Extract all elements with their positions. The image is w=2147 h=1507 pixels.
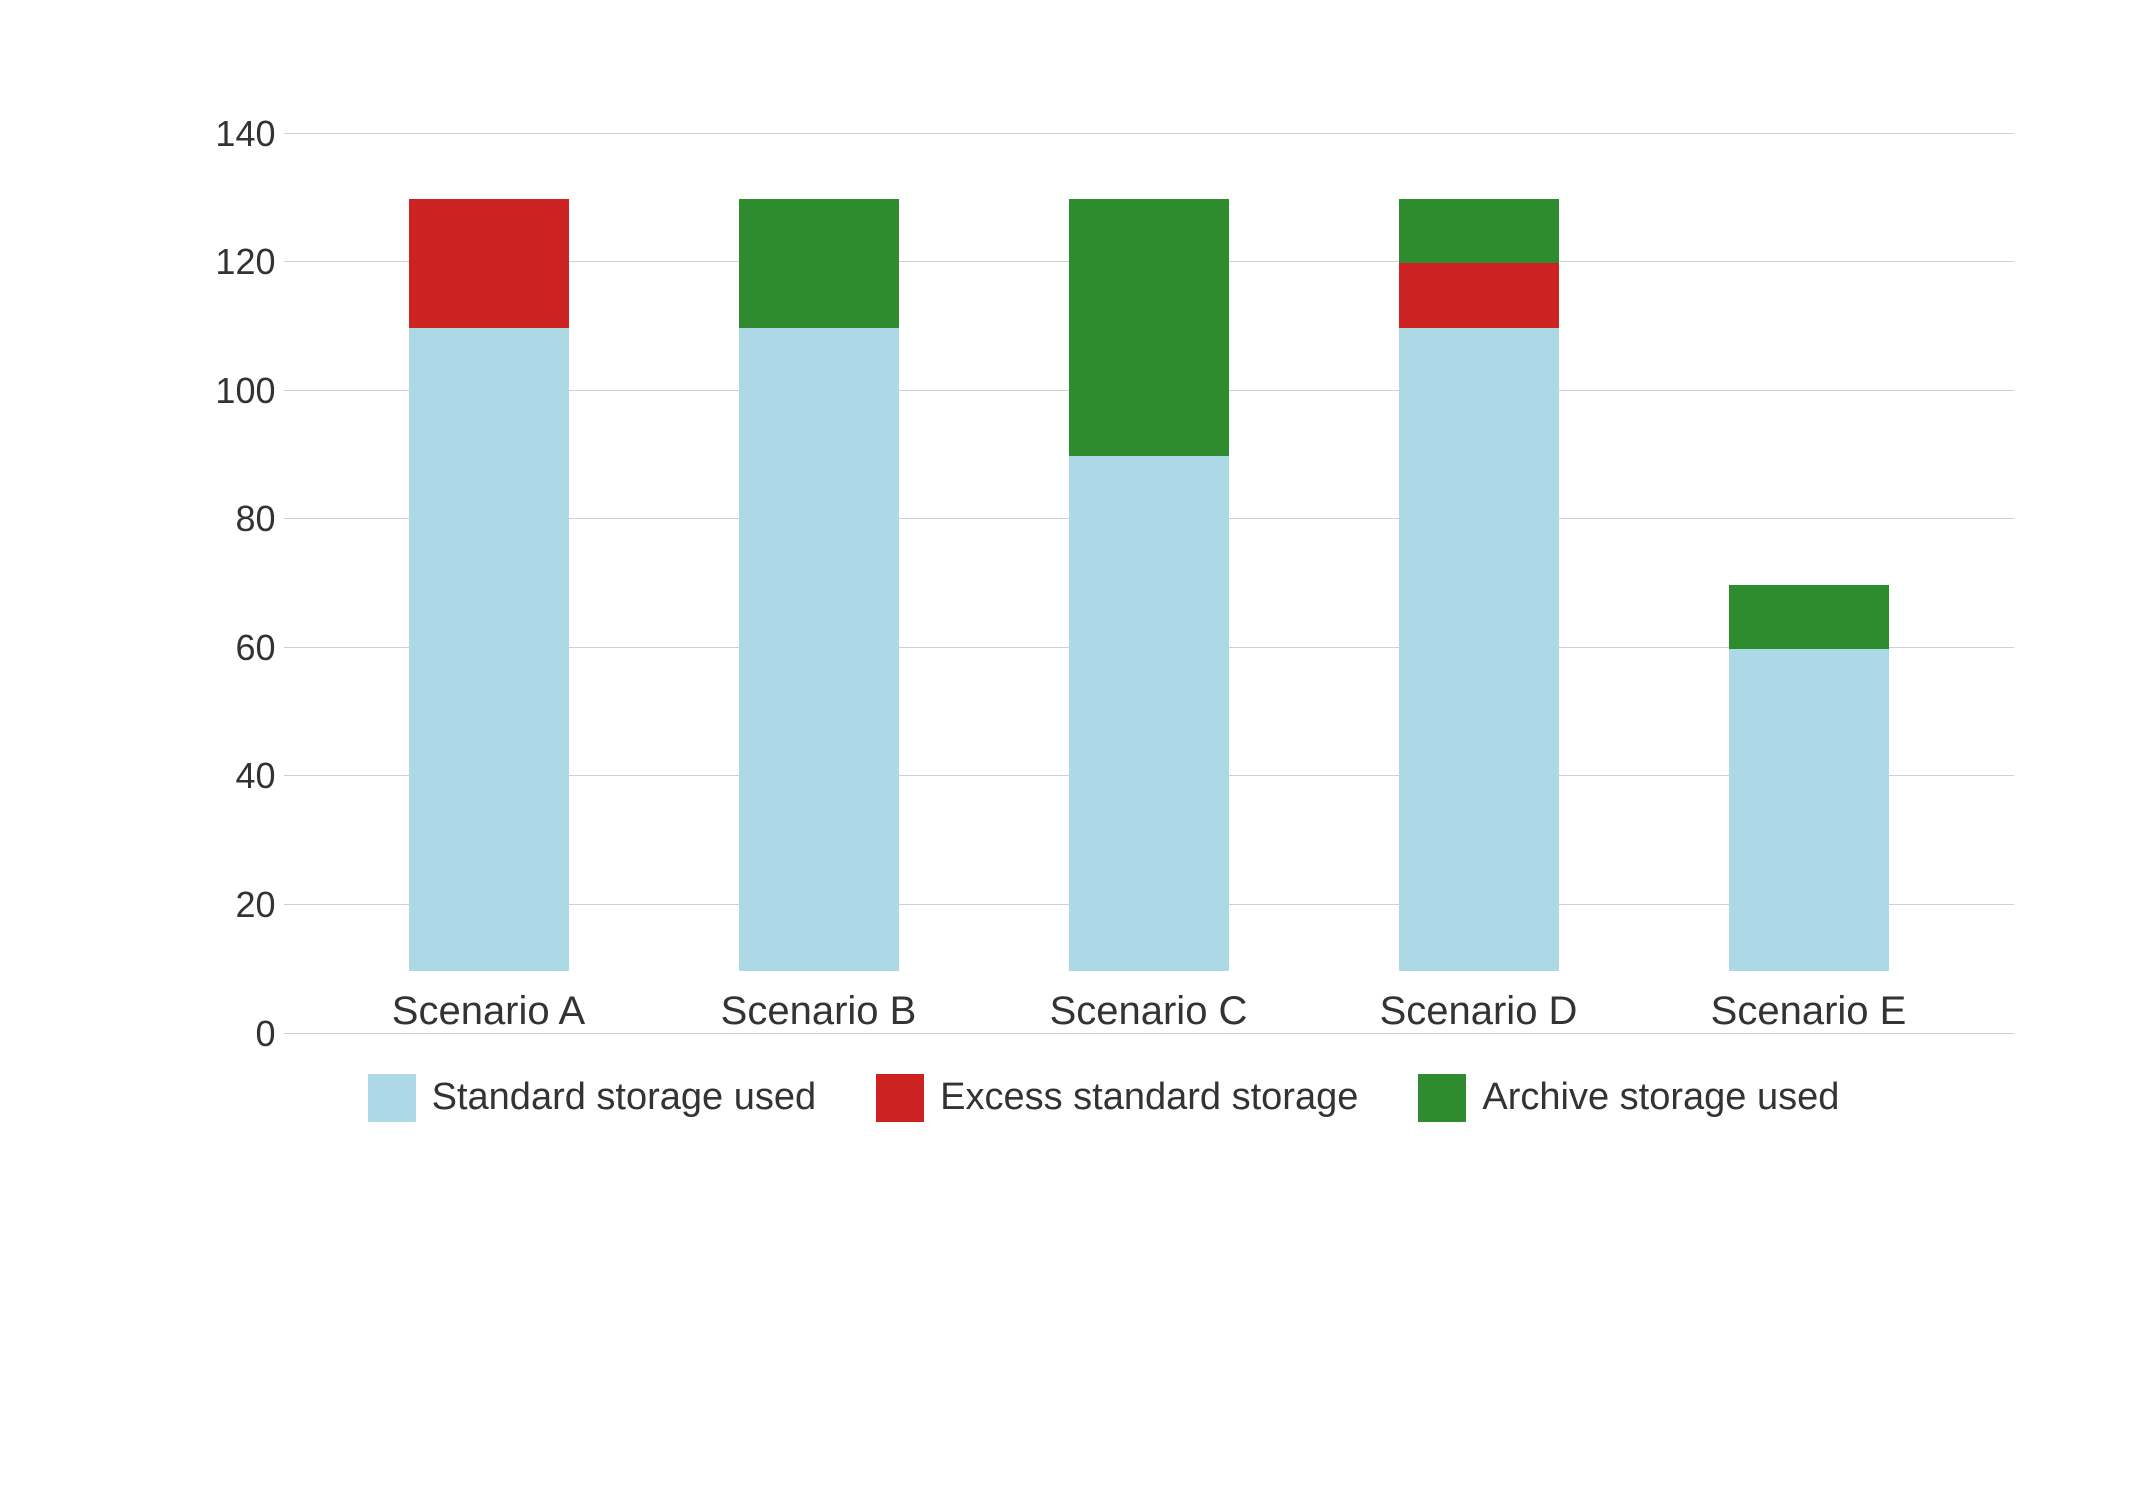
x-label-0: Scenario A bbox=[392, 989, 585, 1034]
chart-container: 020406080100120140 Scenario AScenario BS… bbox=[74, 54, 2074, 1454]
scenario-group-2: Scenario C bbox=[984, 199, 1314, 1033]
bar-standard-3 bbox=[1399, 328, 1559, 971]
y-tick-80: 80 bbox=[196, 498, 276, 540]
x-label-3: Scenario D bbox=[1380, 989, 1578, 1034]
bar-stack-4 bbox=[1729, 585, 1889, 971]
x-label-1: Scenario B bbox=[721, 989, 917, 1034]
legend-label-archive: Archive storage used bbox=[1482, 1076, 1839, 1119]
scenario-group-0: Scenario A bbox=[324, 199, 654, 1033]
scenario-group-3: Scenario D bbox=[1314, 199, 1644, 1033]
x-label-4: Scenario E bbox=[1711, 989, 1907, 1034]
y-tick-60: 60 bbox=[196, 627, 276, 669]
legend-item-excess: Excess standard storage bbox=[876, 1074, 1358, 1122]
bars-group: Scenario A Scenario B Scenario C Scenario D… bbox=[284, 134, 2014, 1034]
bar-standard-4 bbox=[1729, 649, 1889, 970]
y-tick-0: 0 bbox=[196, 1013, 276, 1055]
x-label-2: Scenario C bbox=[1050, 989, 1248, 1034]
y-tick-20: 20 bbox=[196, 884, 276, 926]
bar-archive-4 bbox=[1729, 585, 1889, 649]
bar-standard-2 bbox=[1069, 456, 1229, 970]
chart-area: 020406080100120140 Scenario AScenario BS… bbox=[194, 134, 2014, 1034]
bar-stack-2 bbox=[1069, 199, 1229, 970]
bar-archive-2 bbox=[1069, 199, 1229, 456]
y-tick-100: 100 bbox=[196, 370, 276, 412]
plot-area: Scenario A Scenario B Scenario C Scenario D… bbox=[284, 134, 2014, 1034]
bar-excess-0 bbox=[409, 199, 569, 328]
bar-excess-3 bbox=[1399, 263, 1559, 327]
bar-standard-0 bbox=[409, 328, 569, 971]
scenario-group-4: Scenario E bbox=[1644, 585, 1974, 1034]
bar-archive-1 bbox=[739, 199, 899, 328]
bar-stack-1 bbox=[739, 199, 899, 970]
y-tick-40: 40 bbox=[196, 755, 276, 797]
y-tick-140: 140 bbox=[196, 113, 276, 155]
legend-item-archive: Archive storage used bbox=[1418, 1074, 1839, 1122]
legend: Standard storage used Excess standard sto… bbox=[194, 1074, 2014, 1122]
legend-swatch-archive bbox=[1418, 1074, 1466, 1122]
bar-stack-0 bbox=[409, 199, 569, 970]
bar-standard-1 bbox=[739, 328, 899, 971]
bar-stack-3 bbox=[1399, 199, 1559, 970]
legend-label-excess: Excess standard storage bbox=[940, 1076, 1358, 1119]
legend-item-standard: Standard storage used bbox=[368, 1074, 817, 1122]
scenario-group-1: Scenario B bbox=[654, 199, 984, 1033]
y-tick-120: 120 bbox=[196, 241, 276, 283]
legend-label-standard: Standard storage used bbox=[432, 1076, 817, 1119]
bar-archive-3 bbox=[1399, 199, 1559, 263]
legend-swatch-standard bbox=[368, 1074, 416, 1122]
y-axis: 020406080100120140 bbox=[194, 134, 284, 1034]
legend-swatch-excess bbox=[876, 1074, 924, 1122]
